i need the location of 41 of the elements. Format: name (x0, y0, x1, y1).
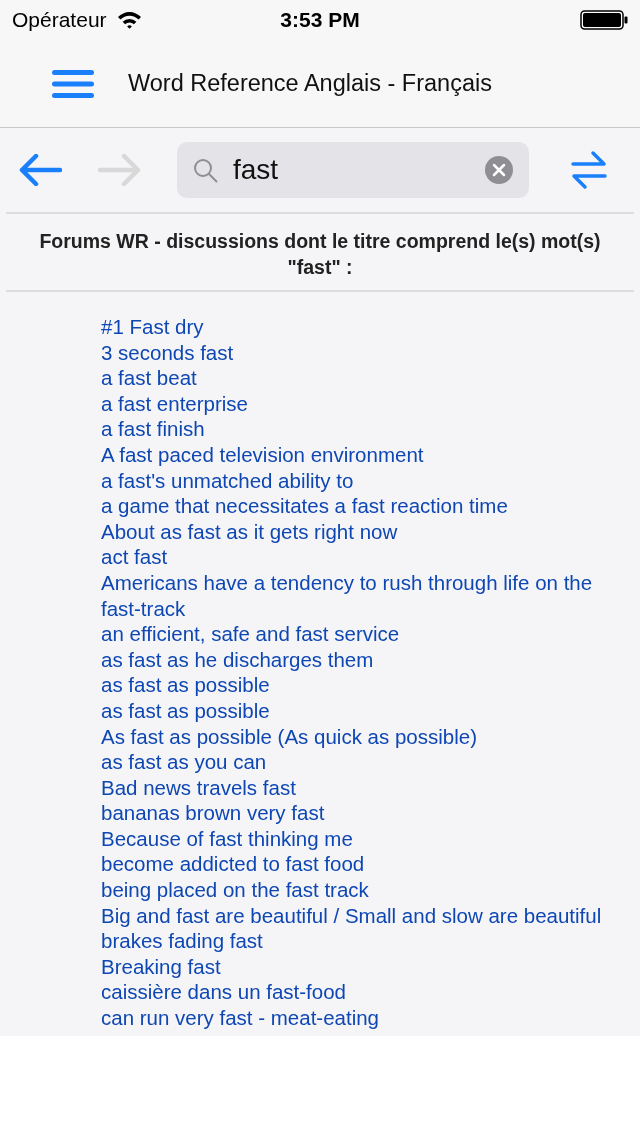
result-link[interactable]: Breaking fast (101, 953, 221, 980)
result-link[interactable]: being placed on the fast track (101, 877, 369, 903)
result-link[interactable]: a game that necessitates a fast reaction time (101, 493, 508, 519)
carrier-name: Opérateur (12, 7, 107, 34)
menu-button[interactable] (50, 67, 96, 100)
result-link[interactable]: a fast beat (101, 365, 197, 391)
result-link[interactable]: as fast as you can (101, 749, 267, 775)
result-link[interactable]: as fast as possible (101, 672, 270, 698)
result-link[interactable]: A fast paced television environment (101, 441, 424, 468)
swap-languages-button[interactable] (569, 148, 609, 192)
result-link[interactable]: Big and fast are beautiful / Small and slow are beautiful (101, 902, 602, 929)
swap-arrows-icon (571, 150, 607, 190)
menu-icon (51, 68, 95, 99)
result-link[interactable]: Bad news travels fast (101, 774, 296, 801)
result-link[interactable]: caissière dans un fast-food (101, 979, 346, 1006)
search-input[interactable]: fast (233, 149, 485, 191)
result-link[interactable]: an efficient, safe and fast service (101, 621, 400, 647)
result-link[interactable]: as fast as he discharges them (101, 646, 374, 673)
results-heading: Forums WR - discussions dont le titre comprend le(s) mot(s) "fast" : (38, 229, 602, 280)
result-link[interactable]: a fast finish (101, 416, 205, 442)
status-time: 3:53 PM (280, 7, 360, 34)
result-link[interactable]: bananas brown very fast (101, 800, 325, 826)
result-link[interactable]: 3 seconds fast (101, 339, 234, 366)
wifi-icon (116, 11, 142, 29)
battery-icon (580, 10, 628, 30)
clear-icon[interactable] (485, 156, 513, 184)
result-link[interactable]: About as fast as it gets right now (101, 518, 398, 545)
back-button[interactable] (17, 153, 63, 187)
result-link[interactable]: brakes fading fast (101, 928, 263, 954)
result-link[interactable]: as fast as possible (101, 697, 270, 724)
result-link[interactable]: Because of fast thinking me (101, 825, 353, 852)
result-link[interactable]: become addicted to fast food (101, 851, 365, 878)
result-link[interactable]: can run very fast - meat-eating (101, 1005, 379, 1031)
search-icon (193, 157, 218, 183)
result-link[interactable]: #1 Fast dry (101, 314, 204, 340)
result-link[interactable]: a fast enterprise (101, 390, 248, 417)
nav-title: Word Reference Anglais - Français (128, 68, 492, 98)
result-link[interactable]: a fast's unmatched ability to (101, 467, 354, 494)
result-link[interactable]: act fast (101, 544, 168, 570)
search-bar[interactable]: fast (177, 142, 529, 198)
result-link[interactable]: As fast as possible (As quick as possible) (101, 723, 477, 750)
